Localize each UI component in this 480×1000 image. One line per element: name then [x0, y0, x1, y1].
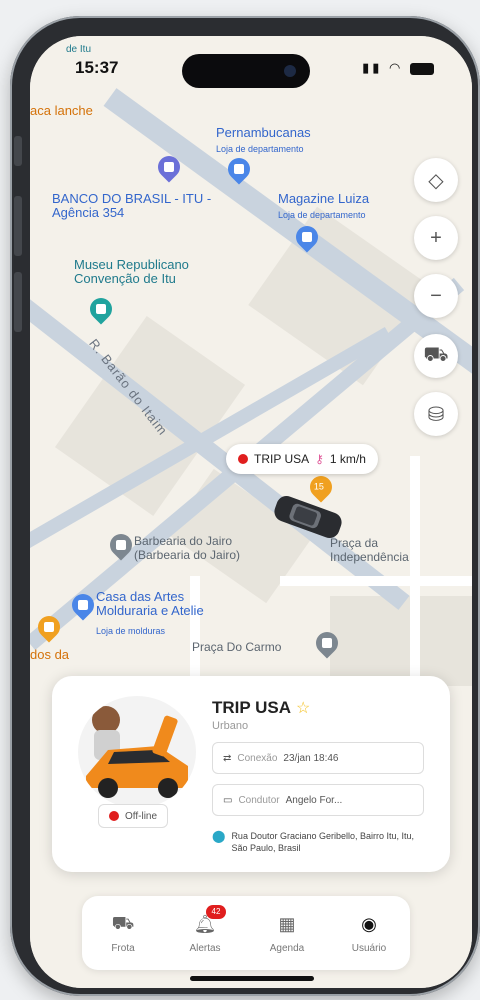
driver-field: ▭ Condutor Angelo For... — [212, 784, 424, 816]
calendar-icon: ▦ — [278, 914, 296, 934]
map-label-casa-artes-sub: Loja de molduras — [96, 626, 166, 636]
home-indicator[interactable] — [190, 976, 314, 981]
map-label-casa-artes: Casa das Artes Molduraria e Atelie — [96, 589, 204, 618]
map-label-praca-carmo: Praça Do Carmo — [192, 640, 282, 654]
connection-value: 23/jan 18:46 — [283, 752, 339, 764]
map-label-magazine: Magazine Luiza — [278, 191, 370, 206]
fleet-icon: ⛟ — [111, 912, 135, 933]
traffic-icon: ⛟ — [423, 343, 449, 366]
layers-icon: ⛁ — [427, 403, 445, 426]
bottom-nav: ⛟ Frota 42 🔔︎ Alertas ▦ Agenda ◉ Usuário — [82, 896, 410, 970]
map-label-museu: Museu Republicano Convenção de Itu — [74, 257, 189, 286]
offline-dot-icon — [109, 811, 119, 821]
vehicle-photo — [78, 696, 196, 808]
wifi-icon: ◠ — [389, 60, 404, 75]
map-label-pernambucanas-sub: Loja de departamento — [216, 144, 304, 154]
locate-icon: ◇ — [428, 169, 444, 192]
museum-pin-icon[interactable] — [85, 293, 117, 325]
action-button — [14, 136, 22, 166]
vehicle-title: TRIP USA — [212, 698, 292, 717]
locate-button[interactable]: ◇ — [414, 158, 458, 202]
battery-icon — [410, 62, 434, 75]
favorite-star-icon[interactable]: ☆ — [296, 698, 310, 718]
traffic-button[interactable]: ⛟ — [414, 334, 458, 378]
volume-up-button — [14, 196, 22, 256]
vehicle-map-tag[interactable]: TRIP USA ⚷ 1 km/h — [226, 444, 378, 474]
layers-button[interactable]: ⛁ — [414, 392, 458, 436]
volume-down-button — [14, 272, 22, 332]
address-text: Rua Doutor Graciano Geribello, Bairro It… — [231, 831, 415, 853]
alert-count-badge: 42 — [206, 904, 226, 919]
connection-field: ⇄ Conexão 23/jan 18:46 — [212, 742, 424, 774]
key-icon: ⚷ — [315, 452, 324, 466]
driver-label: Condutor — [238, 794, 280, 806]
map-label-barbearia: Barbearia do Jairo (Barbearia do Jairo) — [134, 534, 241, 562]
location-pin-icon: ⬤ — [212, 829, 226, 843]
user-icon: ◉ — [361, 914, 377, 934]
nav-item-alertas[interactable]: 42 🔔︎ Alertas — [170, 904, 240, 954]
vehicle-card[interactable]: Off-line TRIP USA ☆ Urbano ⇄ Conexão 23/… — [52, 676, 450, 872]
address-row: ⬤ Rua Doutor Graciano Geribello, Bairro … — [212, 830, 432, 854]
map-label-praca-indep: Praça da Independência — [330, 536, 409, 564]
status-chip-label: Off-line — [125, 810, 158, 822]
nav-item-agenda[interactable]: ▦ Agenda — [252, 913, 322, 954]
zoom-out-icon: − — [430, 284, 442, 307]
route-badge-icon: 15 — [305, 471, 337, 503]
offline-dot-icon — [238, 454, 248, 464]
id-card-icon: ▭ — [223, 794, 233, 806]
link-icon: ⇄ — [223, 752, 232, 764]
signal-icon: ▮▮ — [362, 60, 383, 75]
app-screen: aca lanche BANCO DO BRASIL - ITU - Agênc… — [30, 36, 472, 988]
vehicle-tag-name: TRIP USA — [254, 452, 310, 466]
map-label-top-left: de Itu — [66, 44, 92, 55]
nav-item-usuario[interactable]: ◉ Usuário — [334, 913, 404, 954]
status-bar: de Itu 15:37 ▮▮ ◠ — [30, 36, 472, 88]
map-label-magazine-sub: Loja de departamento — [278, 210, 366, 220]
map-label-dos-da: dos da — [30, 647, 70, 662]
dynamic-island — [182, 54, 310, 88]
map-label-lanche: aca lanche — [30, 103, 93, 118]
vehicle-subtitle: Urbano — [212, 720, 249, 732]
nav-label: Alertas — [189, 942, 221, 954]
zoom-out-button[interactable]: − — [414, 274, 458, 318]
driver-value: Angelo For... — [285, 794, 343, 806]
status-chip: Off-line — [98, 804, 169, 828]
map-label-pernambucanas: Pernambucanas — [216, 125, 311, 140]
nav-label: Agenda — [269, 942, 305, 954]
connection-label: Conexão — [237, 752, 278, 764]
zoom-in-icon: + — [430, 226, 442, 249]
nav-label: Usuário — [351, 942, 387, 954]
status-time: 15:37 — [75, 58, 119, 77]
map-label-banco: BANCO DO BRASIL - ITU - Agência 354 — [52, 191, 212, 220]
nav-item-frota[interactable]: ⛟ Frota — [88, 913, 158, 954]
nav-label: Frota — [111, 942, 135, 954]
zoom-in-button[interactable]: + — [414, 216, 458, 260]
vehicle-tag-speed: 1 km/h — [329, 452, 366, 466]
